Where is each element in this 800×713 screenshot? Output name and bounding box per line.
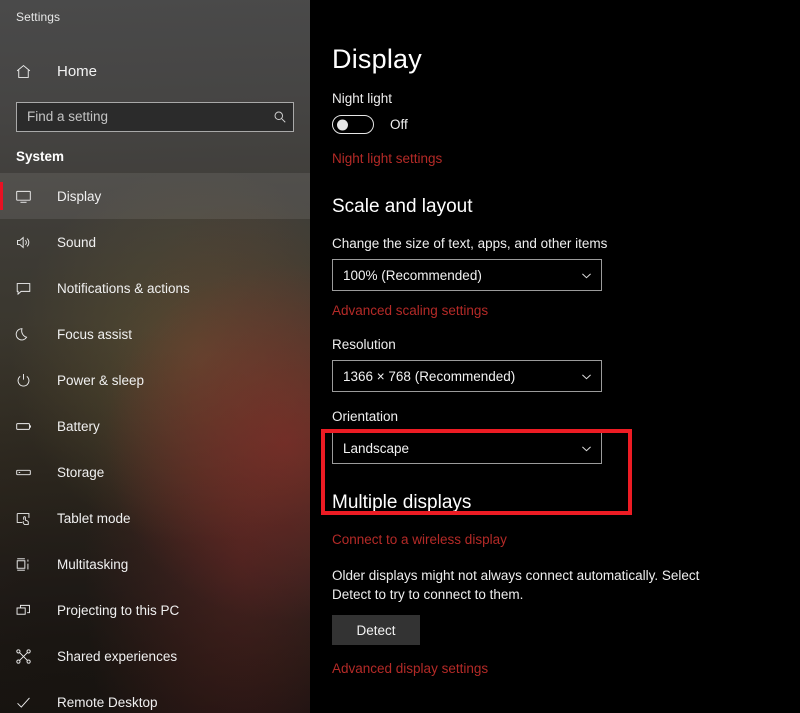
night-light-settings-link[interactable]: Night light settings xyxy=(332,151,442,166)
speaker-icon xyxy=(15,234,45,251)
night-light-state: Off xyxy=(390,117,408,132)
advanced-scaling-settings-link[interactable]: Advanced scaling settings xyxy=(332,303,488,318)
sidebar-item-focus-assist[interactable]: Focus assist xyxy=(0,311,310,357)
sidebar-item-label: Storage xyxy=(57,464,105,480)
scale-dropdown-value: 100% (Recommended) xyxy=(343,267,482,283)
resolution-label: Resolution xyxy=(332,337,396,352)
sidebar-item-label: Tablet mode xyxy=(57,510,131,526)
detect-button-label: Detect xyxy=(356,622,396,638)
search-icon[interactable] xyxy=(267,110,293,124)
detect-button[interactable]: Detect xyxy=(332,615,420,645)
resolution-dropdown-value: 1366 × 768 (Recommended) xyxy=(343,368,516,384)
sidebar-item-remote-desktop[interactable]: Remote Desktop xyxy=(0,679,310,713)
sidebar-item-label: Multitasking xyxy=(57,556,129,572)
sidebar-item-power-and-sleep[interactable]: Power & sleep xyxy=(0,357,310,403)
sidebar-item-home-label: Home xyxy=(57,62,98,80)
page-title: Display xyxy=(332,44,422,74)
window-title: Settings xyxy=(16,10,61,24)
tablet-touch-icon xyxy=(15,510,45,527)
night-light-toggle-row: Off xyxy=(332,115,800,134)
search-container: Find a setting xyxy=(0,102,310,132)
sidebar-nav-list: Display Sound Notifications & actions Fo… xyxy=(0,173,310,713)
orientation-group: Orientation Landscape xyxy=(332,409,622,464)
orientation-dropdown-value: Landscape xyxy=(343,440,410,456)
chevron-down-icon xyxy=(571,269,601,282)
sidebar-item-battery[interactable]: Battery xyxy=(0,403,310,449)
advanced-display-settings-link[interactable]: Advanced display settings xyxy=(332,661,488,676)
sidebar-item-display[interactable]: Display xyxy=(0,173,310,219)
battery-icon xyxy=(15,418,45,435)
sidebar-item-notifications-and-actions[interactable]: Notifications & actions xyxy=(0,265,310,311)
sidebar-item-home[interactable]: Home xyxy=(0,51,310,91)
sidebar-item-shared-experiences[interactable]: Shared experiences xyxy=(0,633,310,679)
search-input-value: Find a setting xyxy=(27,109,109,124)
home-icon xyxy=(15,63,45,80)
sidebar-item-storage[interactable]: Storage xyxy=(0,449,310,495)
sidebar-item-label: Sound xyxy=(57,234,97,250)
sidebar-item-label: Remote Desktop xyxy=(57,694,158,710)
search-input[interactable]: Find a setting xyxy=(16,102,294,132)
scale-size-label: Change the size of text, apps, and other… xyxy=(332,236,608,251)
sidebar-item-label: Display xyxy=(57,188,102,204)
share-nodes-icon xyxy=(15,648,45,665)
connect-wireless-display-link[interactable]: Connect to a wireless display xyxy=(332,532,507,547)
multiple-displays-description: Older displays might not always connect … xyxy=(332,568,700,602)
sidebar-item-multitasking[interactable]: Multitasking xyxy=(0,541,310,587)
monitor-icon xyxy=(15,188,45,205)
chevron-down-icon xyxy=(571,370,601,383)
toggle-knob xyxy=(337,119,348,130)
sidebar-group-title: System xyxy=(16,149,65,164)
sidebar-item-label: Power & sleep xyxy=(57,372,145,388)
sidebar-item-tablet-mode[interactable]: Tablet mode xyxy=(0,495,310,541)
sidebar-item-sound[interactable]: Sound xyxy=(0,219,310,265)
comment-icon xyxy=(15,280,45,297)
night-light-toggle[interactable] xyxy=(332,115,374,134)
orientation-label: Orientation xyxy=(332,409,399,424)
sidebar: Settings Home Find a setting System Disp… xyxy=(0,0,310,713)
title-bar: Settings xyxy=(0,0,310,34)
power-icon xyxy=(15,372,45,389)
sidebar-item-label: Focus assist xyxy=(57,326,133,342)
settings-window: Settings Home Find a setting System Disp… xyxy=(0,0,800,713)
multiple-displays-heading: Multiple displays xyxy=(332,492,472,513)
orientation-dropdown[interactable]: Landscape xyxy=(332,432,602,464)
night-light-label: Night light xyxy=(332,91,393,106)
chevron-down-icon xyxy=(571,442,601,455)
main-content: Display Night light Off Night light sett… xyxy=(310,0,800,713)
moon-icon xyxy=(15,326,45,343)
remote-desktop-icon xyxy=(15,694,45,711)
scale-dropdown[interactable]: 100% (Recommended) xyxy=(332,259,602,291)
project-icon xyxy=(15,602,45,619)
sidebar-item-label: Projecting to this PC xyxy=(57,602,180,618)
multitasking-icon xyxy=(15,556,45,573)
drive-icon xyxy=(15,464,45,481)
resolution-dropdown[interactable]: 1366 × 768 (Recommended) xyxy=(332,360,602,392)
selection-indicator xyxy=(0,182,3,210)
sidebar-item-projecting-to-this-pc[interactable]: Projecting to this PC xyxy=(0,587,310,633)
sidebar-item-label: Battery xyxy=(57,418,100,434)
scale-and-layout-heading: Scale and layout xyxy=(332,196,473,217)
sidebar-item-label: Notifications & actions xyxy=(57,280,190,296)
sidebar-item-label: Shared experiences xyxy=(57,648,178,664)
